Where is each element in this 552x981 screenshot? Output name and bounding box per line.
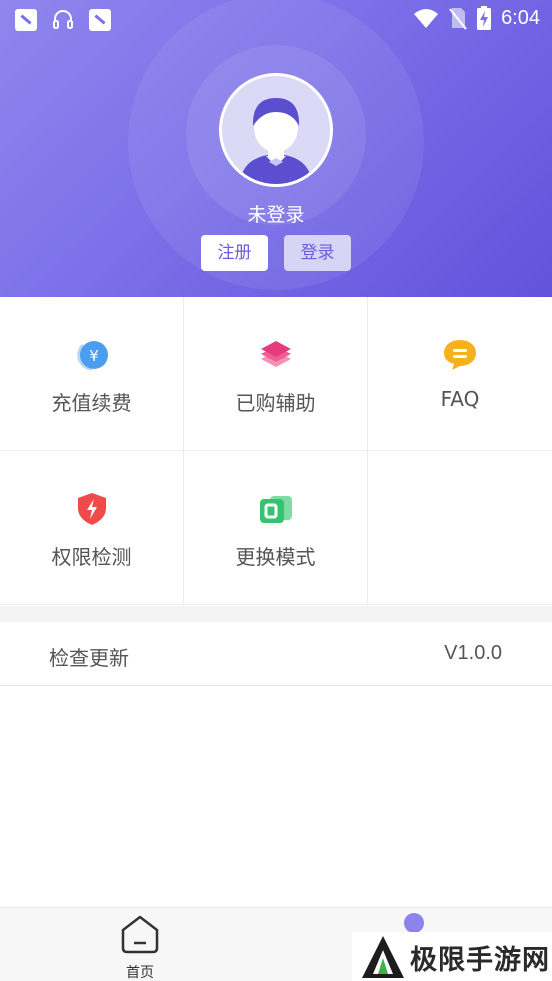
status-bar: 6:04 [0,0,552,40]
layers-icon [261,341,291,367]
menu-item-label: 充值续费 [51,391,132,415]
menu-item-label: 已购辅助 [235,391,316,415]
nav-home-label: 首页 [126,965,154,981]
menu-item-label: 更换模式 [235,545,316,569]
clock: 6:04 [501,6,540,29]
menu-item-faq[interactable]: FAQ [368,297,552,451]
login-status-text: 未登录 [247,204,305,226]
menu-item-recharge[interactable]: ¥ 充值续费 [0,297,184,451]
menu-grid: ¥ 充值续费 已购辅助 FAQ 权限检测 更换模式 [0,297,552,606]
check-update-row[interactable]: 检查更新 V1.0.0 [0,622,552,686]
recharge-icon: ¥ [77,341,108,371]
section-divider [0,606,552,622]
avatar[interactable] [219,73,333,187]
menu-item-empty [368,451,552,605]
menu-item-permission-check[interactable]: 权限检测 [0,451,184,605]
register-button[interactable]: 注册 [201,235,268,271]
watermark-text: 极限手游网 [410,945,550,976]
menu-item-purchased[interactable]: 已购辅助 [184,297,368,451]
status-bar-system: 6:04 [413,6,540,30]
app-notification-icon [89,9,111,31]
check-update-label: 检查更新 [49,646,129,670]
login-button[interactable]: 登录 [284,235,351,271]
shield-icon [78,493,106,525]
watermark: 极限手游网 [352,932,552,981]
wifi-icon [414,9,439,28]
home-icon [121,915,159,954]
profile-header: 6:04 未登录 注册 登录 [0,0,552,297]
headset-icon [53,10,73,29]
nav-home-tab[interactable]: 首页 [100,914,180,981]
menu-item-label: 权限检测 [51,545,132,569]
status-bar-notifications [15,8,111,32]
app-version: V1.0.0 [444,642,502,664]
menu-item-label: FAQ [440,387,480,411]
nav-mine-tab[interactable] [404,913,424,933]
battery-charging-icon [477,6,492,30]
menu-item-switch-mode[interactable]: 更换模式 [184,451,368,605]
no-sim-icon [449,8,467,30]
screen: 6:04 未登录 注册 登录 ¥ 充值续费 已购辅助 FAQ 权限检测 更换模式… [0,0,552,981]
svg-text:¥: ¥ [89,347,99,365]
default-avatar-icon [222,76,330,184]
faq-chat-icon [444,340,476,370]
app-notification-icon [15,9,37,31]
watermark-logo-icon [362,936,404,978]
switch-mode-icon [260,496,292,523]
